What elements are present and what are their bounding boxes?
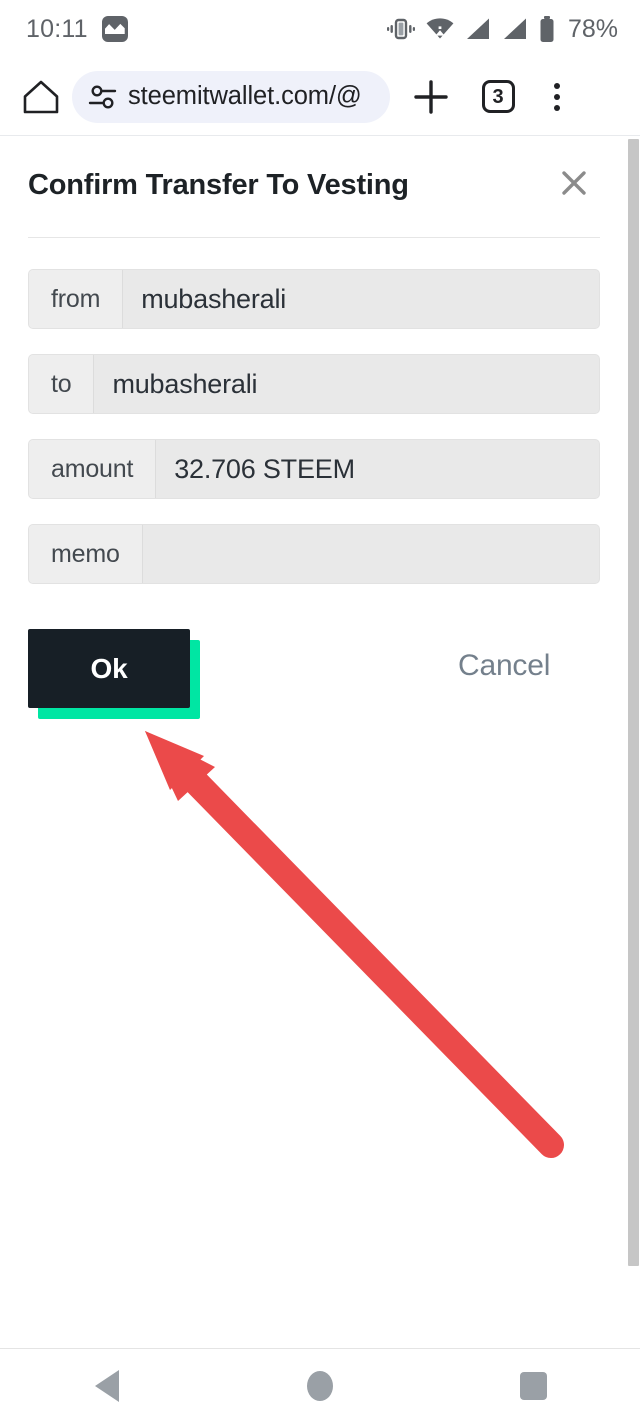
field-row-to[interactable]: to mubasherali <box>28 354 600 414</box>
field-label-memo: memo <box>29 525 143 583</box>
field-value-memo[interactable] <box>143 525 599 583</box>
browser-toolbar: steemitwallet.com/@ 3 <box>0 58 640 136</box>
wifi-icon <box>426 18 454 39</box>
browser-menu-button[interactable] <box>534 72 580 122</box>
field-label-to: to <box>29 355 95 413</box>
status-clock: 10:11 <box>26 14 88 43</box>
page-scrollbar-track[interactable] <box>628 137 640 1348</box>
field-row-amount[interactable]: amount 32.706 STEEM <box>28 439 600 499</box>
dialog-title: Confirm Transfer To Vesting <box>28 169 409 201</box>
square-recents-icon <box>519 1371 547 1400</box>
status-bar-left: 10:11 <box>26 15 128 44</box>
more-vertical-icon-dot-2 <box>554 93 560 100</box>
tab-count-badge: 3 <box>481 80 515 113</box>
close-icon <box>562 171 586 195</box>
ok-button[interactable]: Ok <box>28 629 190 708</box>
circle-home-icon <box>306 1370 333 1401</box>
field-label-amount: amount <box>29 440 157 498</box>
dialog-header: Confirm Transfer To Vesting <box>0 137 628 237</box>
nav-back-button[interactable] <box>0 1349 213 1422</box>
app-notification-icon <box>101 16 128 42</box>
triangle-back-icon <box>94 1369 119 1402</box>
close-dialog-button[interactable] <box>550 159 598 207</box>
android-nav-bar <box>0 1348 640 1422</box>
field-value-amount[interactable]: 32.706 STEEM <box>156 440 599 498</box>
tab-switcher-button[interactable]: 3 <box>472 72 524 122</box>
signal-sim2-icon <box>503 18 526 39</box>
status-bar: 10:11 78% <box>0 0 640 58</box>
status-bar-right: 78% <box>386 14 618 44</box>
field-label-from: from <box>29 270 124 328</box>
page-scrollbar-thumb[interactable] <box>628 139 639 1266</box>
tune-sliders-icon[interactable] <box>88 83 118 111</box>
battery-percent: 78% <box>567 14 618 43</box>
ok-button-wrapper: Ok <box>28 629 200 719</box>
nav-home-button[interactable] <box>213 1349 426 1422</box>
more-vertical-icon-dot-3 <box>554 104 560 111</box>
dialog-actions: Ok Cancel <box>28 629 600 739</box>
field-row-memo[interactable]: memo <box>28 524 600 584</box>
url-text: steemitwallet.com/@ <box>128 82 362 110</box>
field-row-from[interactable]: from mubasherali <box>28 269 600 329</box>
phone-screen: 10:11 78% steemitwallet.com/@ 3 Confirm … <box>0 0 640 1422</box>
transfer-fields: from mubasherali to mubasherali amount 3… <box>0 238 628 584</box>
more-vertical-icon-dot-1 <box>554 82 560 89</box>
confirm-transfer-dialog: Confirm Transfer To Vesting from mubashe… <box>0 137 628 739</box>
field-value-from[interactable]: mubasherali <box>123 270 599 328</box>
battery-icon <box>540 15 554 42</box>
new-tab-button[interactable] <box>404 72 458 122</box>
home-button[interactable] <box>18 74 64 120</box>
signal-sim1-icon <box>466 18 489 39</box>
vibrate-icon <box>386 18 415 40</box>
url-bar[interactable]: steemitwallet.com/@ <box>72 70 390 123</box>
plus-icon <box>414 79 448 114</box>
home-icon <box>23 80 59 113</box>
nav-recents-button[interactable] <box>427 1349 640 1422</box>
cancel-button[interactable]: Cancel <box>458 649 550 683</box>
field-value-to[interactable]: mubasherali <box>94 355 599 413</box>
web-page-viewport: Confirm Transfer To Vesting from mubashe… <box>0 137 640 1348</box>
